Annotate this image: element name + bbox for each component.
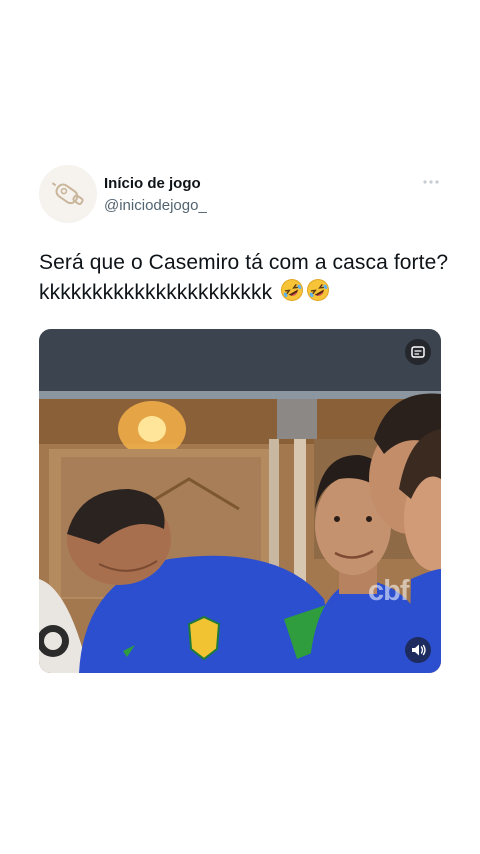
cbf-watermark: cbf <box>368 575 409 607</box>
avatar[interactable] <box>39 165 97 223</box>
tweet-body: Será que o Casemiro tá com a casca forte… <box>39 251 449 304</box>
volume-icon[interactable] <box>405 637 431 663</box>
captions-icon[interactable] <box>405 339 431 365</box>
whistle-icon <box>39 165 97 223</box>
display-name[interactable]: Início de jogo <box>104 175 201 192</box>
video-frame <box>39 329 441 673</box>
tweet-card: Início de jogo @iniciodejogo_ Será que o… <box>0 0 480 854</box>
tweet-text: Será que o Casemiro tá com a casca forte… <box>39 248 449 311</box>
more-options-icon[interactable] <box>420 174 442 190</box>
rolling-on-floor-laughing-emoji <box>306 278 330 311</box>
rolling-on-floor-laughing-emoji <box>280 278 304 311</box>
video-player[interactable]: cbf <box>39 329 441 673</box>
user-handle[interactable]: @iniciodejogo_ <box>104 197 207 214</box>
